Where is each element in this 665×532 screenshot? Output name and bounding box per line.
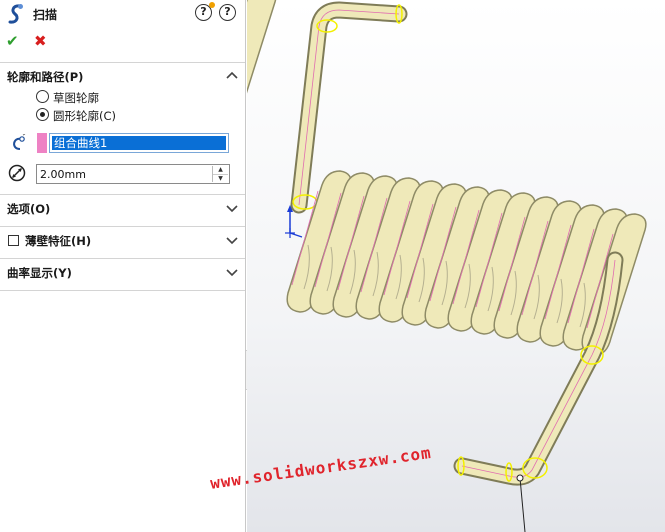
radio-label: 圆形轮廓(C) — [53, 109, 117, 123]
radio-button-selected[interactable] — [36, 108, 49, 121]
help-icon[interactable]: ? — [219, 4, 236, 21]
spin-up-icon[interactable]: ▲ — [213, 166, 228, 174]
chevron-down-icon[interactable] — [226, 202, 238, 214]
chevron-up-icon[interactable] — [226, 70, 238, 82]
group-title-options[interactable]: 选项(O) — [7, 201, 50, 217]
feature-title: 扫描 — [33, 8, 58, 22]
divider — [0, 258, 245, 259]
property-manager: 扫描 ? ? ✔ ✖ 轮廓和路径(P) 草图轮廓 圆形轮廓(C) 组合曲线1 ▲… — [0, 0, 246, 532]
radio-label: 草图轮廓 — [53, 91, 99, 105]
spring-model-view[interactable] — [247, 0, 665, 532]
path-color-swatch — [37, 133, 47, 153]
ok-check-icon[interactable]: ✔ — [6, 32, 19, 50]
spin-down-icon[interactable]: ▼ — [213, 174, 228, 183]
endpoint-marker[interactable] — [516, 474, 524, 482]
radio-button[interactable] — [36, 90, 49, 103]
property-manager-header: 扫描 ? ? ✔ ✖ — [0, 0, 246, 62]
whats-new-help-icon[interactable]: ? — [195, 2, 215, 21]
group-title-profile-path[interactable]: 轮廓和路径(P) — [7, 69, 83, 85]
sweep-path-icon — [13, 134, 26, 150]
divider — [0, 226, 245, 227]
chevron-down-icon[interactable] — [226, 234, 238, 246]
group-title-curvature-display[interactable]: 曲率显示(Y) — [7, 265, 72, 281]
path-selection-value[interactable]: 组合曲线1 — [52, 136, 226, 150]
cancel-x-icon[interactable]: ✖ — [34, 32, 47, 50]
chevron-down-icon[interactable] — [226, 266, 238, 278]
divider — [0, 290, 245, 291]
diameter-icon — [8, 164, 26, 182]
graphics-area[interactable] — [247, 0, 665, 532]
divider — [0, 194, 245, 195]
group-title-thin-feature[interactable]: 薄壁特征(H) — [25, 233, 91, 249]
diameter-spinner[interactable]: ▲ ▼ — [212, 166, 228, 182]
divider — [0, 62, 245, 63]
diameter-field[interactable]: ▲ ▼ — [36, 164, 230, 184]
path-selection-field[interactable]: 组合曲线1 — [49, 133, 229, 153]
diameter-input[interactable] — [39, 166, 208, 182]
thin-feature-checkbox[interactable] — [8, 235, 19, 246]
sweep-icon — [8, 4, 23, 24]
